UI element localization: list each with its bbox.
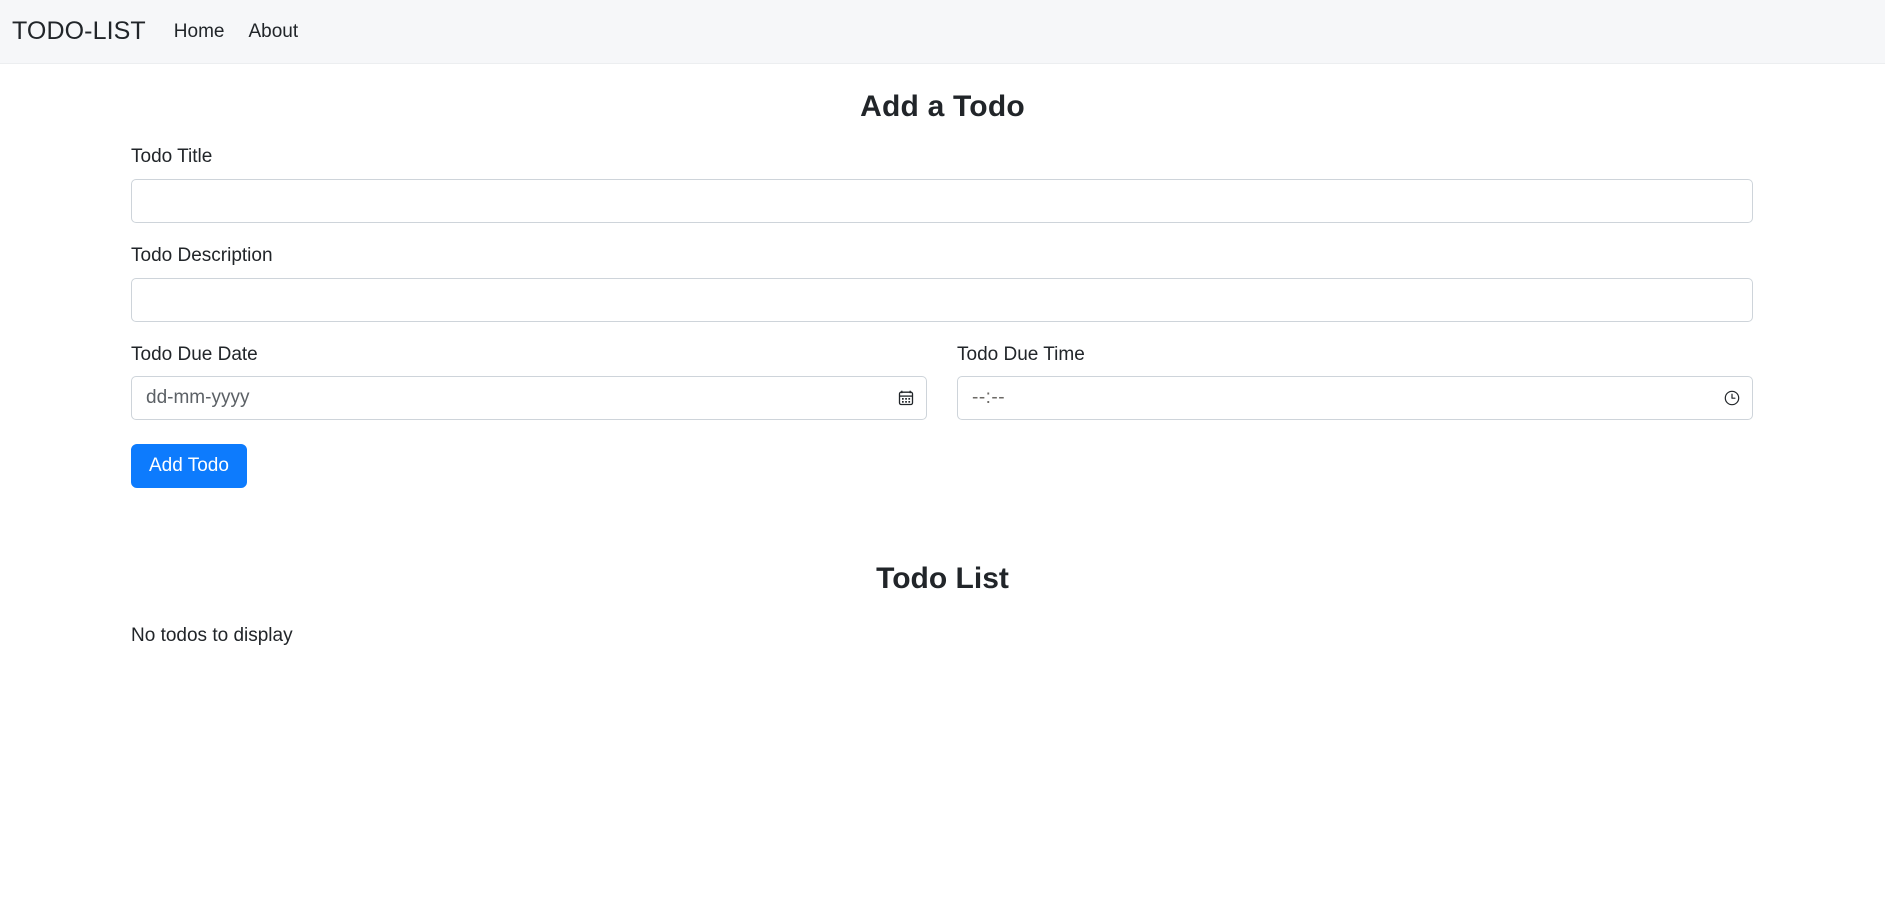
brand-logo[interactable]: TODO-LIST: [12, 17, 146, 46]
todo-due-time-input[interactable]: [957, 376, 1753, 421]
todo-description-input[interactable]: [131, 277, 1753, 322]
todo-description-label: Todo Description: [131, 244, 273, 266]
todo-list-heading: Todo List: [876, 562, 1009, 596]
todo-due-date-field-group: Todo Due Date dd-mm-yyyy: [131, 344, 927, 421]
calendar-icon[interactable]: [897, 389, 915, 407]
add-todo-button[interactable]: Add Todo: [131, 444, 247, 489]
todo-due-date-input[interactable]: [131, 376, 927, 421]
todo-due-date-input-shell: dd-mm-yyyy: [131, 376, 927, 421]
top-navbar: TODO-LIST Home About: [0, 0, 1885, 64]
todo-due-date-label: Todo Due Date: [131, 343, 258, 365]
add-todo-form: Todo Title Todo Description Todo Due Dat…: [131, 146, 1753, 489]
todo-description-field-group: Todo Description: [131, 245, 1753, 322]
todo-list-empty-message: No todos to display: [131, 625, 293, 647]
due-date-time-row: Todo Due Date dd-mm-yyyy Todo Due Time -…: [131, 344, 1753, 421]
add-todo-heading: Add a Todo: [860, 90, 1025, 123]
todo-due-time-input-shell: --:--: [957, 376, 1753, 421]
nav-link-about[interactable]: About: [248, 21, 298, 43]
clock-icon[interactable]: [1723, 389, 1741, 407]
todo-title-field-group: Todo Title: [131, 146, 1753, 223]
todo-title-input[interactable]: [131, 178, 1753, 223]
todo-due-time-field-group: Todo Due Time --:--: [957, 344, 1753, 421]
main-content: Add a Todo Todo Title Todo Description T…: [0, 90, 1885, 647]
todo-title-label: Todo Title: [131, 146, 213, 167]
nav-link-home[interactable]: Home: [174, 21, 225, 43]
todo-due-time-label: Todo Due Time: [957, 343, 1085, 365]
nav-links: Home About: [174, 21, 298, 43]
